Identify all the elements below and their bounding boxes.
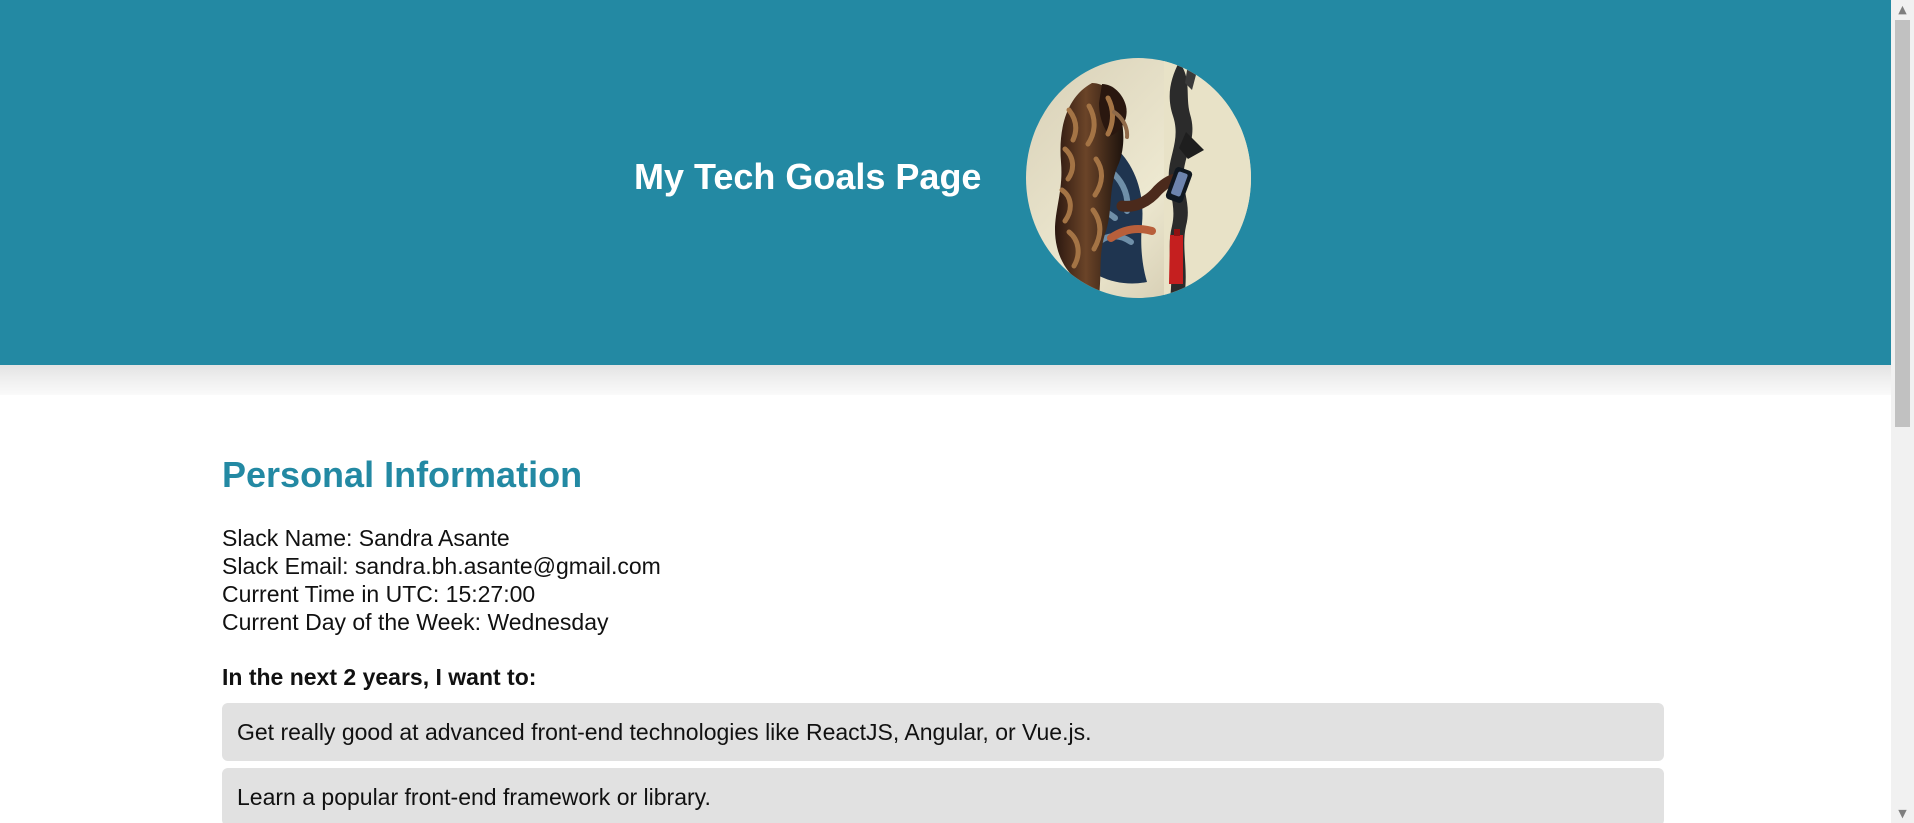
vertical-scrollbar[interactable]: ▲ ▼ — [1891, 0, 1914, 823]
browser-viewport: My Tech Goals Page Personal Information … — [0, 0, 1914, 823]
current-day-text: Current Day of the Week: Wednesday — [222, 609, 609, 635]
chevron-up-icon[interactable]: ▲ — [1891, 0, 1914, 19]
personal-information-heading: Personal Information — [222, 454, 583, 495]
page-title: My Tech Goals Page — [634, 156, 982, 197]
person-holding-phone-icon — [1026, 58, 1251, 298]
goal-item: Get really good at advanced front-end te… — [222, 703, 1664, 761]
goal-item: Learn a popular front-end framework or l… — [222, 768, 1664, 823]
current-utc-time-text: Current Time in UTC: 15:27:00 — [222, 581, 536, 607]
chevron-down-icon[interactable]: ▼ — [1891, 804, 1914, 823]
page-header: My Tech Goals Page — [0, 0, 1891, 365]
goals-heading: In the next 2 years, I want to: — [222, 664, 537, 690]
slack-email-text: Slack Email: sandra.bh.asante@gmail.com — [222, 553, 661, 579]
slack-name-text: Slack Name: Sandra Asante — [222, 525, 510, 551]
header-bottom-shadow — [0, 365, 1891, 395]
goals-list: Get really good at advanced front-end te… — [222, 703, 1664, 823]
tech-goals-page: My Tech Goals Page Personal Information … — [0, 0, 1891, 823]
profile-photo — [1026, 58, 1251, 298]
scrollbar-thumb[interactable] — [1895, 20, 1910, 427]
personal-information-list: Slack Name: Sandra Asante Slack Email: s… — [222, 524, 661, 636]
